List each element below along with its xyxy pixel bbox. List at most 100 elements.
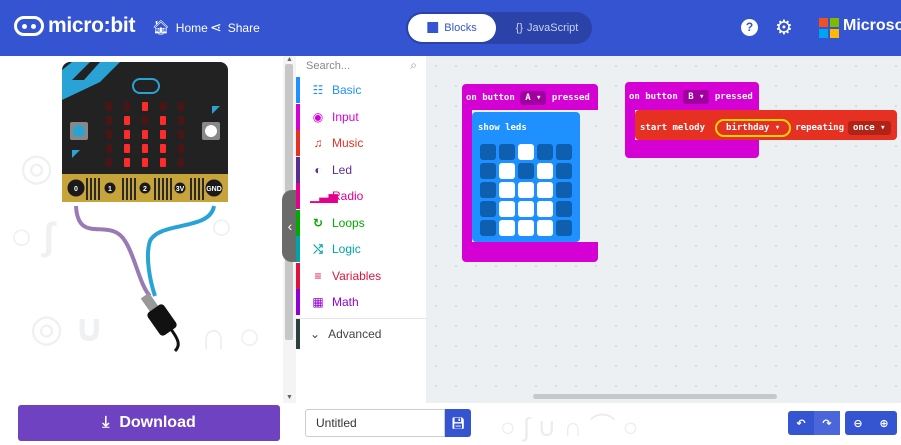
simulator-led <box>160 102 166 111</box>
cable-purple <box>74 205 152 298</box>
melody-dropdown[interactable]: birthday ▾ <box>715 119 792 137</box>
dropdown-value: B <box>688 92 694 102</box>
simulator-led <box>178 158 184 167</box>
download-icon: ⤓ <box>102 414 110 431</box>
repeat-dropdown[interactable]: once ▾ <box>848 121 891 135</box>
undo-button[interactable]: ↶ <box>788 411 814 435</box>
blocks-tab[interactable]: ⬛︎ Blocks <box>408 14 496 42</box>
category-label: Loops <box>332 215 365 230</box>
redo-button[interactable]: ↷ <box>814 411 840 435</box>
microsoft-label: Microsoft <box>843 17 901 34</box>
start-melody-block[interactable]: start melody birthday ▾ repeating once ▾ <box>635 110 897 140</box>
zoom-group: ⊖ ⊕ <box>845 411 897 435</box>
workspace-horizontal-scrollbar[interactable] <box>533 394 777 399</box>
zoom-out-button[interactable]: ⊖ <box>845 411 871 435</box>
connector-tooth <box>162 178 164 200</box>
led-cell[interactable] <box>537 201 553 217</box>
block-text: show leds <box>478 123 527 133</box>
simulator-led <box>142 116 148 125</box>
zoom-in-button[interactable]: ⊕ <box>871 411 897 435</box>
led-cell[interactable] <box>480 182 496 198</box>
led-cell[interactable] <box>556 163 572 179</box>
led-cell[interactable] <box>537 163 553 179</box>
led-cell[interactable] <box>556 182 572 198</box>
target-icon: ◉ <box>312 109 324 124</box>
led-cell[interactable] <box>518 220 534 236</box>
led-cell[interactable] <box>537 144 553 160</box>
button-a[interactable] <box>70 122 88 140</box>
simulator-led <box>178 116 184 125</box>
help-icon[interactable]: ? <box>741 19 758 36</box>
download-button[interactable]: ⤓ Download <box>18 405 280 441</box>
chevron-down-icon: ⌄ <box>310 326 321 341</box>
led-cell[interactable] <box>556 220 572 236</box>
category-math[interactable]: ▦ Math <box>296 289 426 315</box>
project-name-input[interactable] <box>305 409 445 437</box>
search-icon[interactable]: ⌕ <box>410 58 417 73</box>
brand-logo[interactable]: micro:bit <box>14 14 135 38</box>
category-label: Input <box>332 109 359 124</box>
home-button[interactable]: 🏠︎ Home <box>152 19 208 36</box>
save-button[interactable]: 💾︎ <box>445 409 471 437</box>
simulator-led <box>142 102 148 111</box>
gear-icon[interactable]: ⚙ <box>775 15 793 40</box>
microsoft-logo-icon[interactable] <box>819 18 839 38</box>
chevron-left-icon: ‹ <box>287 218 293 234</box>
share-button[interactable]: ⋖ Share <box>210 19 260 36</box>
pin-label: 2 <box>143 186 147 193</box>
editor-mode-toggle: ⬛︎ Blocks {} JavaScript <box>406 12 592 44</box>
simulator-led <box>106 158 112 167</box>
led-cell[interactable] <box>480 201 496 217</box>
simulator-led <box>106 130 112 139</box>
javascript-tab-label: JavaScript <box>527 22 579 34</box>
top-menu-bar: micro:bit 🏠︎ Home ⋖ Share ⬛︎ Blocks {} J… <box>0 0 901 56</box>
led-cell[interactable] <box>480 163 496 179</box>
block-text: on button <box>466 93 515 103</box>
led-cell[interactable] <box>537 182 553 198</box>
led-cell[interactable] <box>480 220 496 236</box>
led-cell[interactable] <box>499 182 515 198</box>
led-cell[interactable] <box>537 220 553 236</box>
led-cell[interactable] <box>499 144 515 160</box>
list-icon: ≡ <box>314 268 322 283</box>
led-cell[interactable] <box>518 144 534 160</box>
toolbox-advanced[interactable]: ⌄ Advanced <box>296 318 426 349</box>
simulator-led <box>106 144 112 153</box>
category-radio[interactable]: ▁▃▅ Radio <box>296 183 426 209</box>
category-logic[interactable]: ⤭ Logic <box>296 236 426 262</box>
button-dropdown[interactable]: A ▾ <box>520 91 547 105</box>
category-variables[interactable]: ≡ Variables <box>296 262 426 289</box>
button-dropdown[interactable]: B ▾ <box>683 90 710 104</box>
button-b[interactable] <box>202 122 220 140</box>
share-label: Share <box>227 20 260 35</box>
led-cell[interactable] <box>556 201 572 217</box>
braces-icon: {} <box>515 22 523 34</box>
led-cell[interactable] <box>518 201 534 217</box>
search-input[interactable] <box>296 56 426 76</box>
category-label: Basic <box>332 83 362 97</box>
led-cell[interactable] <box>499 163 515 179</box>
simulator-led <box>160 144 166 153</box>
category-basic[interactable]: ☷ Basic <box>296 77 426 103</box>
category-input[interactable]: ◉ Input <box>296 103 426 130</box>
connector-tooth <box>94 178 96 200</box>
zoom-out-icon: ⊖ <box>853 417 863 430</box>
connector-tooth <box>130 178 132 200</box>
led-cell[interactable] <box>556 144 572 160</box>
show-leds-block[interactable]: show leds <box>472 112 580 242</box>
category-led[interactable]: ◐ Led <box>296 156 426 183</box>
connector-tooth <box>194 178 196 200</box>
led-cell[interactable] <box>499 201 515 217</box>
led-cell[interactable] <box>480 144 496 160</box>
blocks-workspace[interactable]: on button A ▾ pressed show leds on butto… <box>426 56 901 403</box>
microbit-simulator[interactable]: 0 1 2 3V GND <box>0 56 283 403</box>
led-cell[interactable] <box>518 182 534 198</box>
simulator-led <box>106 102 112 111</box>
javascript-tab[interactable]: {} JavaScript <box>504 14 590 42</box>
led-editor-grid[interactable] <box>480 144 580 242</box>
connector-tooth <box>166 178 168 200</box>
led-cell[interactable] <box>499 220 515 236</box>
category-music[interactable]: ♫ Music <box>296 130 426 156</box>
led-cell[interactable] <box>518 163 534 179</box>
category-loops[interactable]: ↻ Loops <box>296 209 426 236</box>
